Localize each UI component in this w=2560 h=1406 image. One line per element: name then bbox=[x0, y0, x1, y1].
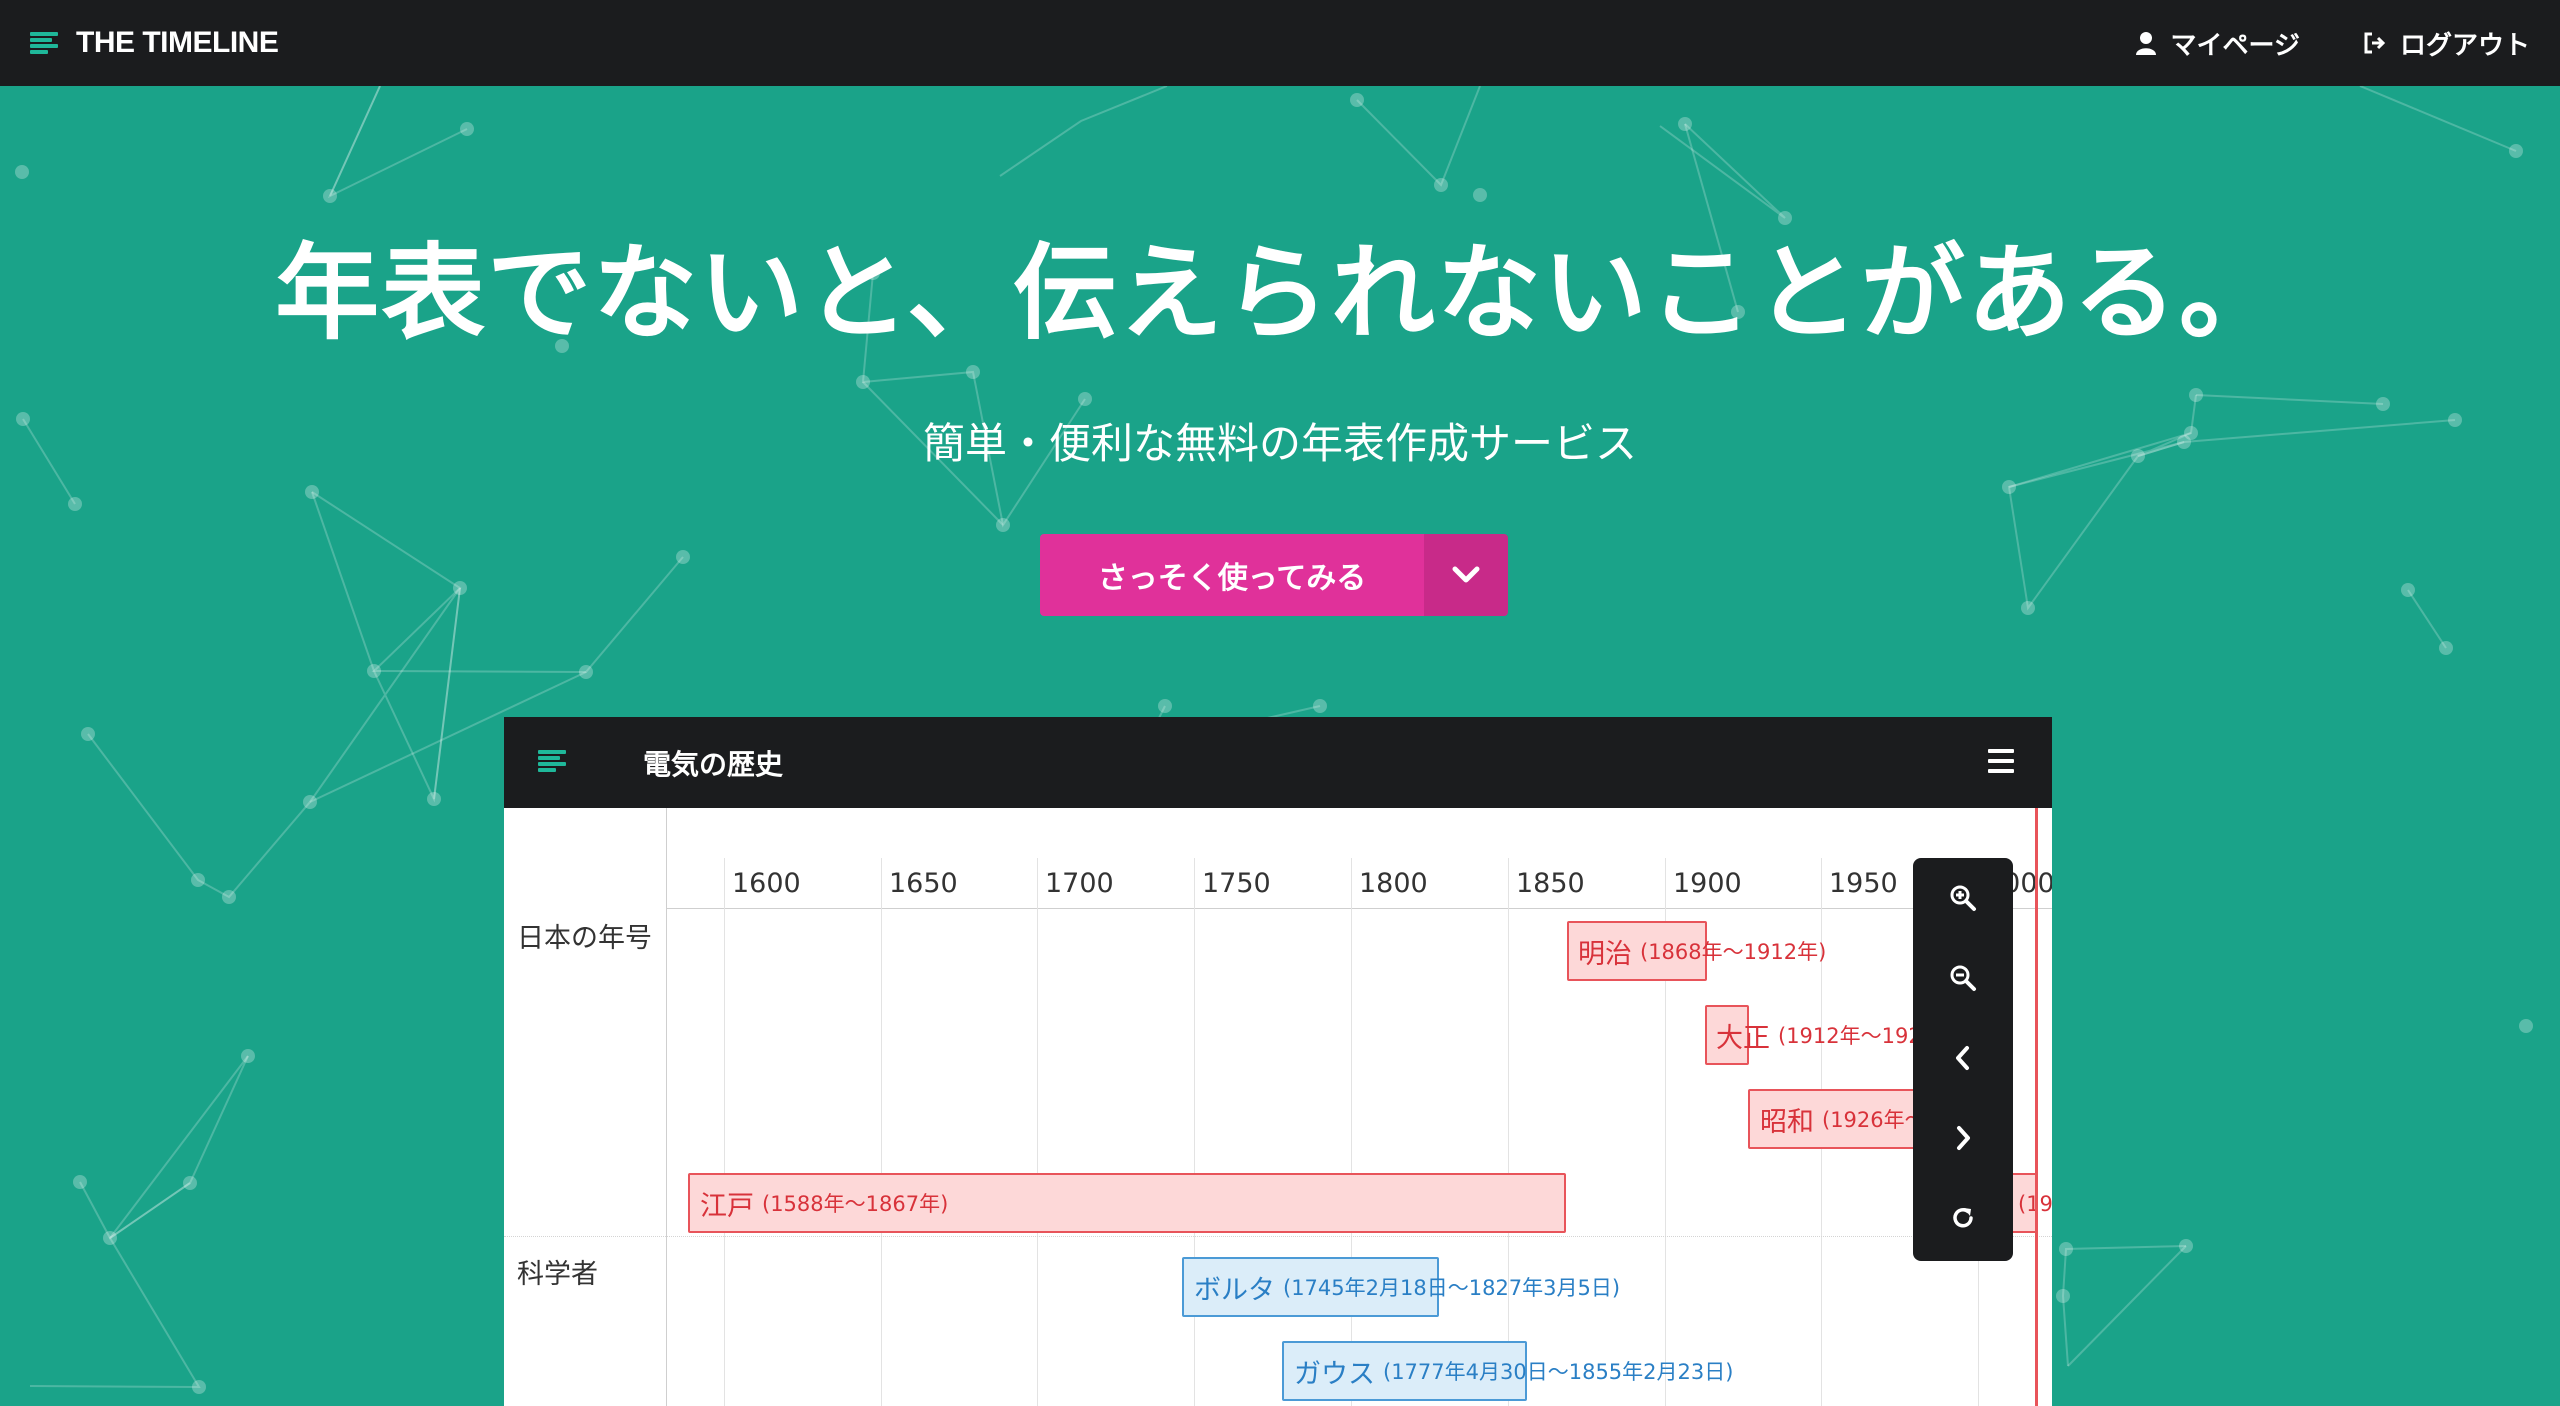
timeline-item-edo-label: 江戸 (1588年〜1867年) bbox=[700, 1190, 949, 1222]
axis-tick: 1750 bbox=[1202, 868, 1271, 899]
timeline-item-volta-label: ボルタ (1745年2月18日〜1827年3月5日) bbox=[1194, 1274, 1621, 1306]
scroll-left-button[interactable] bbox=[1913, 1018, 2013, 1098]
cta-dropdown-button[interactable] bbox=[1424, 534, 1508, 616]
top-navbar: THE TIMELINE マイページ ログアウト bbox=[0, 0, 2560, 86]
scroll-right-button[interactable] bbox=[1913, 1098, 2013, 1178]
chevron-down-icon bbox=[1452, 566, 1480, 583]
logout-icon bbox=[2362, 30, 2388, 56]
group-label-scientists: 科学者 bbox=[517, 1259, 598, 1290]
mypage-label: マイページ bbox=[2170, 30, 2300, 61]
brand-logo[interactable]: THE TIMELINE bbox=[30, 0, 279, 86]
zoom-in-button[interactable] bbox=[1913, 858, 2013, 938]
hero-title: 年表でないと、伝えられないことがある。 bbox=[275, 232, 2285, 354]
brand-name: THE TIMELINE bbox=[76, 26, 279, 59]
zoom-out-icon bbox=[1950, 965, 1976, 991]
group-label-japanese-eras: 日本の年号 bbox=[517, 923, 652, 954]
axis-tick: 1650 bbox=[889, 868, 958, 899]
grid-line bbox=[1037, 858, 1038, 1406]
grid-line bbox=[724, 858, 725, 1406]
timeline-logo-icon bbox=[30, 32, 60, 54]
logout-link[interactable]: ログアウト bbox=[2362, 25, 2530, 62]
user-icon bbox=[2133, 30, 2159, 56]
timeline-logo-icon bbox=[538, 750, 568, 772]
zoom-controls bbox=[1913, 858, 2013, 1261]
get-started-button[interactable]: さっそく使ってみる bbox=[1040, 534, 1424, 616]
grid-line bbox=[1508, 858, 1509, 1406]
group-separator bbox=[504, 1236, 2052, 1237]
grid-line bbox=[1351, 858, 1352, 1406]
timeline-title: 電気の歴史 bbox=[643, 747, 784, 781]
grid-line bbox=[881, 858, 882, 1406]
hamburger-menu-icon[interactable] bbox=[1988, 749, 2014, 773]
mypage-link[interactable]: マイページ bbox=[2133, 25, 2300, 62]
chevron-left-icon bbox=[1956, 1046, 1969, 1070]
zoom-in-icon bbox=[1950, 885, 1976, 911]
axis-tick: 1600 bbox=[732, 868, 801, 899]
zoom-out-button[interactable] bbox=[1913, 938, 2013, 1018]
timeline-header: 電気の歴史 bbox=[504, 717, 2052, 808]
cta-button-group: さっそく使ってみる bbox=[1040, 534, 1508, 616]
axis-tick: 1800 bbox=[1359, 868, 1428, 899]
chevron-right-icon bbox=[1957, 1126, 1970, 1150]
nav-links: マイページ ログアウト bbox=[2133, 0, 2530, 86]
timeline-item-meiji-label: 明治 (1868年〜1912年) bbox=[1578, 938, 1827, 970]
timeline-widget: 電気の歴史 1600 1650 1700 1750 1800 1850 1900 bbox=[504, 717, 2052, 1406]
reload-icon bbox=[1953, 1208, 1973, 1228]
reset-view-button[interactable] bbox=[1913, 1178, 2013, 1258]
axis-tick: 1850 bbox=[1516, 868, 1585, 899]
timeline-item-gauss-label: ガウス (1777年4月30日〜1855年2月23日) bbox=[1294, 1358, 1734, 1390]
logout-label: ログアウト bbox=[2399, 30, 2530, 61]
axis-tick: 1950 bbox=[1829, 868, 1898, 899]
grid-line bbox=[1194, 858, 1195, 1406]
hero-subtitle: 簡単・便利な無料の年表作成サービス bbox=[922, 419, 1637, 468]
current-time-marker bbox=[2035, 808, 2038, 1406]
axis-tick: 1900 bbox=[1673, 868, 1742, 899]
axis-tick: 1700 bbox=[1045, 868, 1114, 899]
timeline-body[interactable]: 1600 1650 1700 1750 1800 1850 1900 1950 … bbox=[504, 808, 2052, 1406]
group-label-column bbox=[504, 808, 667, 1406]
